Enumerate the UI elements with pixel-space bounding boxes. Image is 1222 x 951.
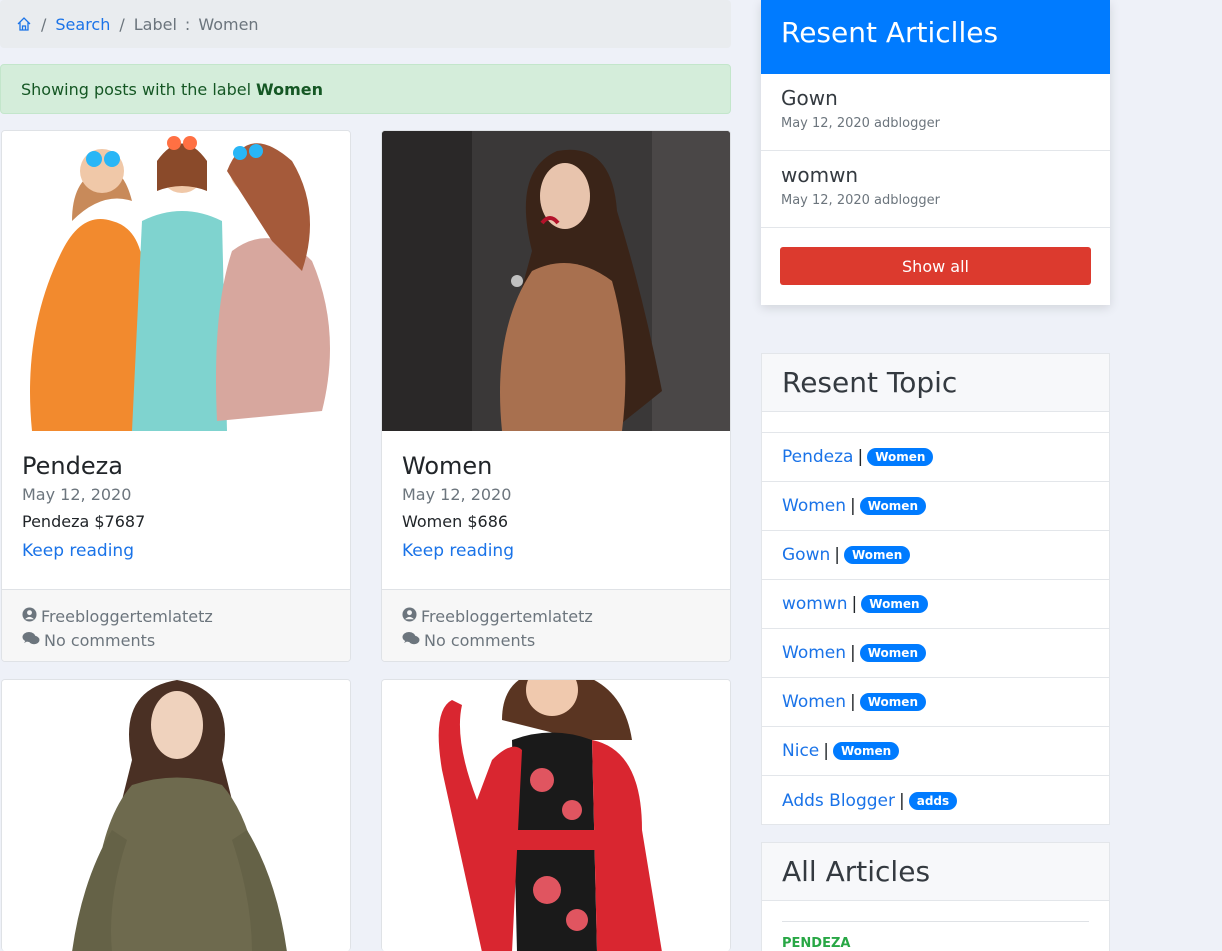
alert-label: Women [256, 79, 324, 99]
label-badge[interactable]: Women [867, 448, 934, 466]
label-badge[interactable]: adds [908, 791, 958, 810]
post-title[interactable]: Women [402, 451, 710, 481]
recent-topic-widget: Resent Topic Pendeza | Women Women | Women G… [761, 353, 1110, 825]
list-item: Adds Blogger | adds [762, 776, 1109, 825]
post-card [381, 679, 731, 951]
post-card: Women May 12, 2020 Women $686 Keep readi… [381, 130, 731, 662]
topic-list: Pendeza | Women Women | Women Gown | Women wom… [762, 433, 1109, 825]
user-icon [22, 606, 41, 626]
post-body: Pendeza May 12, 2020 Pendeza $7687 Keep … [2, 431, 350, 589]
list-item: Gown | Women [762, 531, 1109, 580]
comments-icon [22, 631, 44, 650]
post-date: May 12, 2020 [22, 485, 132, 504]
recent-article-title[interactable]: womwn [781, 163, 1090, 187]
all-articles-title: All Articles [762, 843, 1109, 901]
post-image[interactable] [2, 131, 350, 431]
alert-text: Showing posts with the label [21, 79, 252, 99]
breadcrumb-label-prefix: Label [133, 14, 177, 34]
topic-link[interactable]: Gown [782, 545, 830, 565]
post-comments[interactable]: No comments [424, 631, 535, 650]
label-alert: Showing posts with the label Women [0, 64, 731, 114]
home-icon[interactable] [16, 16, 32, 32]
keep-reading-link[interactable]: Keep reading [402, 541, 514, 561]
all-articles-first-label[interactable]: PENDEZA [782, 936, 1089, 951]
label-badge[interactable]: Women [859, 497, 926, 515]
breadcrumb-label-value: Women [198, 14, 259, 34]
show-all-button[interactable]: Show all [780, 247, 1091, 285]
post-excerpt: Women $686 [402, 512, 509, 531]
post-body: Women May 12, 2020 Women $686 Keep readi… [382, 431, 730, 589]
post-excerpt: Pendeza $7687 [22, 512, 146, 531]
recent-article-title[interactable]: Gown [781, 86, 1090, 110]
all-articles-widget: All Articles PENDEZA [761, 842, 1110, 951]
list-item: Pendeza | Women [762, 433, 1109, 482]
topic-link[interactable]: Nice [782, 741, 819, 761]
recent-article-item[interactable]: Gown May 12, 2020 adblogger [761, 74, 1110, 151]
post-footer: Freebloggertemlatetz No comments [382, 589, 730, 661]
recent-article-item[interactable]: womwn May 12, 2020 adblogger [761, 151, 1110, 228]
post-author[interactable]: Freebloggertemlatetz [421, 607, 593, 626]
post-card: Pendeza May 12, 2020 Pendeza $7687 Keep … [1, 130, 351, 662]
label-badge[interactable]: Women [859, 644, 926, 662]
list-item: Women | Women [762, 678, 1109, 727]
post-footer: Freebloggertemlatetz No comments [2, 589, 350, 661]
post-title[interactable]: Pendeza [22, 451, 330, 481]
label-badge[interactable]: Women [844, 546, 911, 564]
recent-article-meta: May 12, 2020 adblogger [781, 116, 940, 131]
post-image[interactable] [382, 131, 730, 431]
post-card [1, 679, 351, 951]
post-date: May 12, 2020 [402, 485, 512, 504]
list-item: Nice | Women [762, 727, 1109, 776]
label-badge[interactable]: Women [861, 595, 928, 613]
post-comments[interactable]: No comments [44, 631, 155, 650]
label-badge[interactable]: Women [832, 742, 900, 760]
breadcrumb-search-link[interactable]: Search [55, 15, 110, 34]
topic-link[interactable]: Women [782, 643, 846, 663]
recent-articles-widget: Resent Articlles Gown May 12, 2020 adblo… [761, 0, 1110, 305]
topic-link[interactable]: Adds Blogger [782, 791, 895, 811]
breadcrumb: / Search / Label : Women [0, 0, 731, 48]
topic-link[interactable]: Pendeza [782, 447, 853, 467]
post-image[interactable] [382, 680, 730, 951]
breadcrumb-separator: / [41, 14, 47, 34]
list-item: womwn | Women [762, 580, 1109, 629]
topic-link[interactable]: Women [782, 692, 846, 712]
keep-reading-link[interactable]: Keep reading [22, 541, 134, 561]
breadcrumb-colon: : [184, 14, 191, 34]
recent-article-meta: May 12, 2020 adblogger [781, 193, 940, 208]
recent-articles-title: Resent Articlles [761, 0, 1110, 74]
topic-link[interactable]: womwn [782, 594, 848, 614]
post-image[interactable] [2, 680, 350, 951]
list-item: Women | Women [762, 482, 1109, 531]
breadcrumb-separator: / [119, 14, 125, 34]
comments-icon [402, 631, 424, 650]
list-item: Women | Women [762, 629, 1109, 678]
user-icon [402, 606, 421, 626]
label-badge[interactable]: Women [859, 693, 926, 711]
post-author[interactable]: Freebloggertemlatetz [41, 607, 213, 626]
recent-topic-title: Resent Topic [762, 354, 1109, 412]
topic-link[interactable]: Women [782, 496, 846, 516]
